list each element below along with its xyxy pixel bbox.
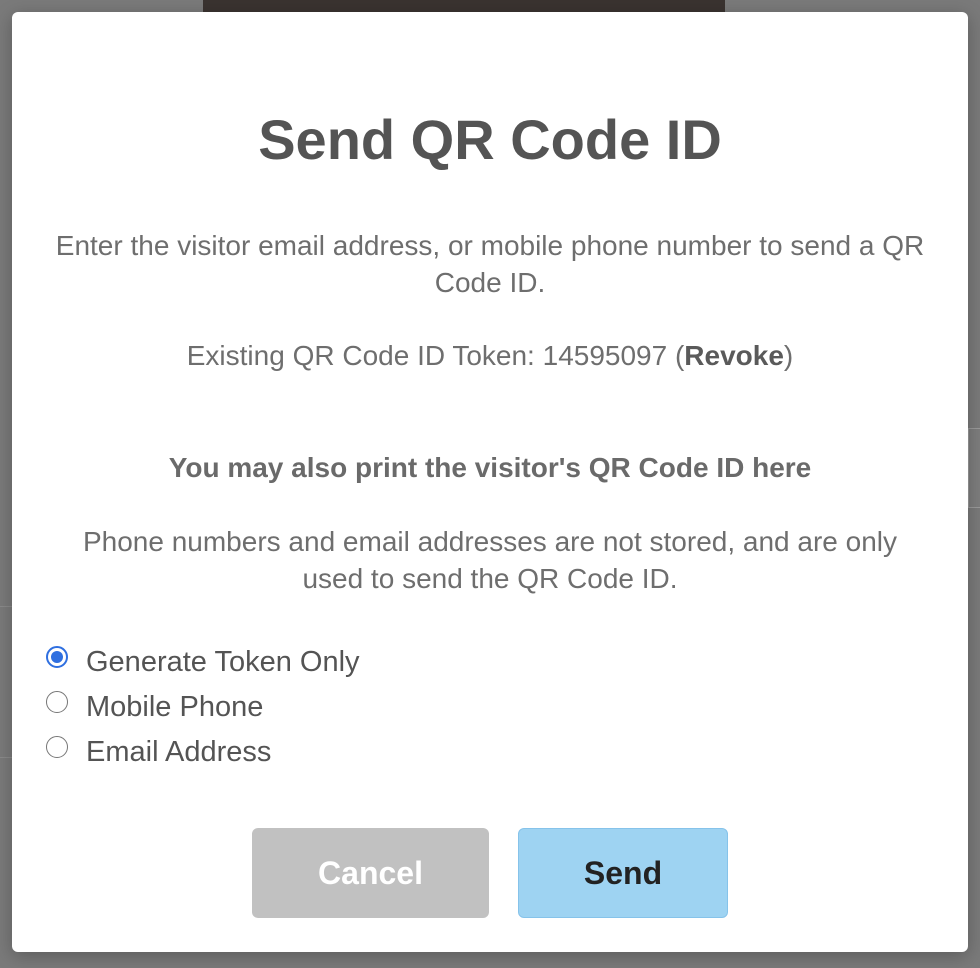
radio-email-address[interactable] bbox=[46, 735, 68, 758]
option-label: Email Address bbox=[86, 736, 272, 768]
print-note[interactable]: You may also print the visitor's QR Code… bbox=[52, 449, 928, 486]
radio-generate-token[interactable] bbox=[46, 645, 68, 668]
modal-title: Send QR Code ID bbox=[258, 108, 722, 171]
privacy-note: Phone numbers and email addresses are no… bbox=[82, 526, 898, 594]
option-label: Mobile Phone bbox=[86, 691, 264, 723]
existing-token-text: Existing QR Code ID Token: 14595097 ( bbox=[186, 340, 685, 371]
cancel-button[interactable]: Cancel bbox=[252, 828, 489, 918]
send-button[interactable]: Send bbox=[518, 828, 728, 918]
modal-description: Enter the visitor email address, or mobi… bbox=[55, 230, 925, 298]
radio-mobile-phone[interactable] bbox=[46, 690, 68, 713]
option-generate-token[interactable]: Generate Token Only bbox=[46, 640, 360, 685]
existing-token-close: ) bbox=[783, 340, 794, 371]
existing-token-line: Existing QR Code ID Token: 14595097 (Rev… bbox=[52, 337, 928, 374]
delivery-method-options: Generate Token Only Mobile Phone Email A… bbox=[46, 640, 360, 775]
option-email-address[interactable]: Email Address bbox=[46, 730, 360, 775]
option-mobile-phone[interactable]: Mobile Phone bbox=[46, 685, 360, 730]
send-qr-modal: Send QR Code ID Enter the visitor email … bbox=[12, 12, 968, 952]
option-label: Generate Token Only bbox=[86, 646, 360, 678]
revoke-link[interactable]: Revoke bbox=[684, 340, 784, 371]
